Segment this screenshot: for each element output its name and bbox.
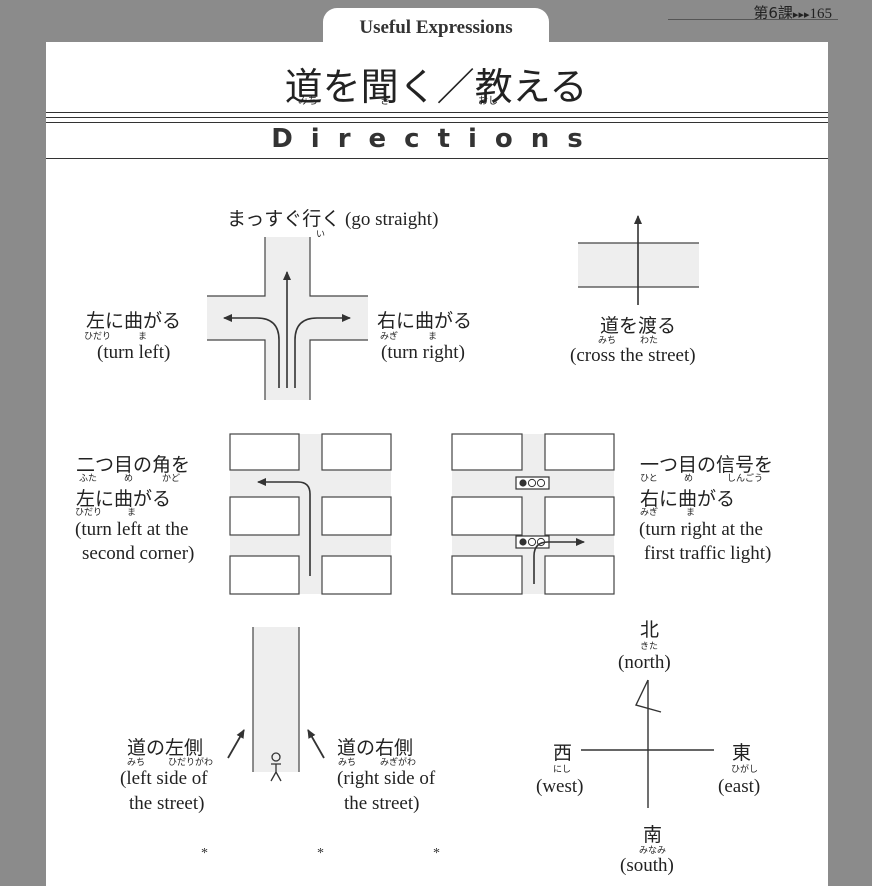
right-side-ruby-2: みぎがわ	[380, 758, 417, 768]
go-straight-ruby: い	[316, 230, 326, 240]
second-corner-en-1: (turn left at the	[75, 519, 189, 540]
footnote-star: *	[201, 846, 208, 861]
second-corner-ruby-3: かど	[162, 474, 181, 484]
left-side-ruby-1: みち	[127, 758, 146, 768]
turn-right-ruby-1: みぎ	[380, 332, 399, 342]
traffic-light-icon	[515, 476, 550, 490]
first-light-ruby-4: みぎ	[640, 508, 659, 518]
left-side-en-2: the street)	[129, 793, 205, 814]
turn-left-ruby-1: ひだり	[84, 332, 112, 342]
turn-left-ruby-2: ま	[138, 332, 148, 342]
second-corner-diagram	[229, 433, 392, 595]
cross-street-diagram	[578, 215, 699, 305]
north-en: (north)	[618, 652, 671, 673]
second-corner-ruby-4: ひだり	[75, 508, 103, 518]
south-en: (south)	[620, 855, 674, 876]
second-corner-ruby-5: ま	[127, 508, 137, 518]
first-light-ruby-1: ひと	[640, 474, 658, 484]
north-jp: 北	[640, 619, 660, 641]
east-ruby: ひがし	[731, 765, 759, 775]
left-side-en-1: (left side of	[120, 768, 208, 789]
first-light-ruby-3: しんごう	[727, 474, 764, 484]
right-side-en-1: (right side of	[337, 768, 436, 789]
north-ruby: きた	[640, 642, 659, 652]
west-en: (west)	[536, 776, 584, 797]
traffic-light-diagram	[451, 433, 615, 595]
go-straight-label: まっすぐ行く (go straight)	[227, 204, 438, 231]
left-side-ruby-2: ひだりがわ	[168, 758, 214, 768]
compass-diagram	[581, 679, 714, 808]
second-corner-ruby-1: ふた	[79, 474, 98, 484]
turn-right-ruby-2: ま	[428, 332, 438, 342]
west-ruby: にし	[553, 765, 572, 775]
crossroads-diagram	[207, 237, 368, 400]
footnote-star: *	[317, 846, 324, 861]
first-light-ruby-5: ま	[686, 508, 696, 518]
turn-right-en: (turn right)	[381, 342, 465, 363]
east-en: (east)	[718, 776, 761, 797]
second-corner-ruby-2: め	[124, 474, 134, 484]
cross-street-en: (cross the street)	[570, 345, 696, 366]
footnote-star: *	[433, 846, 440, 861]
first-light-en-2: first traffic light)	[644, 543, 772, 564]
west-jp: 西	[553, 742, 573, 764]
east-jp: 東	[732, 742, 752, 764]
second-corner-en-2: second corner)	[82, 543, 195, 564]
first-light-ruby-2: め	[684, 474, 694, 484]
right-side-ruby-1: みち	[338, 758, 357, 768]
turn-left-en: (turn left)	[97, 342, 171, 363]
first-light-en-1: (turn right at the	[639, 519, 763, 540]
right-side-en-2: the street)	[344, 793, 420, 814]
street-sides-diagram	[227, 627, 325, 782]
go-straight-en: (go straight)	[345, 209, 439, 230]
